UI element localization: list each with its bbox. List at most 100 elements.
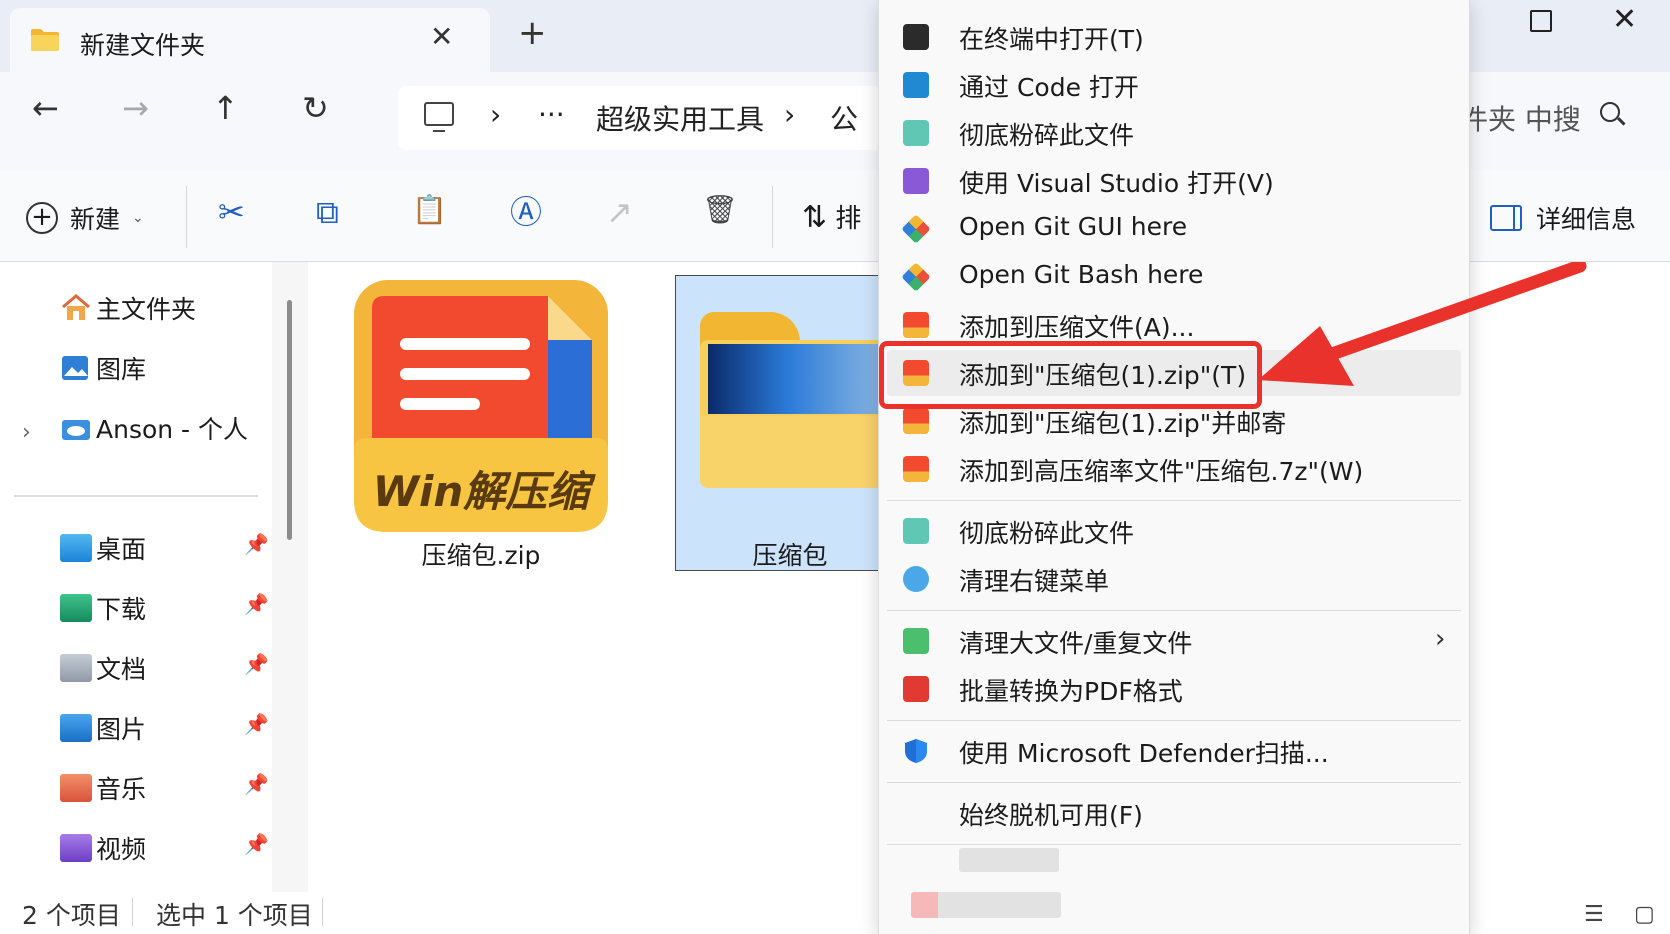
shredder-icon bbox=[903, 120, 929, 146]
window-close-icon[interactable]: ✕ bbox=[1612, 2, 1637, 37]
submenu-chevron-icon: › bbox=[1435, 624, 1446, 654]
menu-item-always-offline[interactable]: 始终脱机可用(F) bbox=[887, 790, 1461, 836]
item-count: 2 个项目 bbox=[22, 901, 121, 930]
details-pane-button[interactable]: 详细信息 bbox=[1490, 200, 1636, 236]
home-icon bbox=[62, 294, 90, 320]
up-icon[interactable]: ↑ bbox=[212, 92, 239, 124]
highlight-annotation-box bbox=[879, 341, 1262, 409]
downloads-folder-icon bbox=[60, 594, 92, 622]
menu-item-git-gui[interactable]: Open Git GUI here bbox=[887, 206, 1461, 252]
sidebar-item-label: 图库 bbox=[96, 355, 147, 384]
refresh-icon[interactable]: ↻ bbox=[302, 92, 329, 124]
status-divider bbox=[132, 898, 133, 926]
menu-separator bbox=[887, 500, 1461, 501]
toolbar-divider bbox=[186, 186, 187, 248]
details-view-icon[interactable]: ☰ bbox=[1584, 902, 1604, 927]
folder-icon bbox=[31, 29, 59, 51]
zip-icon-text: Win解压缩 bbox=[372, 467, 590, 516]
details-label: 详细信息 bbox=[1536, 205, 1637, 234]
tab-new-folder[interactable]: 新建文件夹 ✕ bbox=[10, 8, 490, 72]
red-arrow-annotation bbox=[1258, 262, 1587, 386]
scrollbar-thumb[interactable] bbox=[287, 300, 292, 540]
menu-item-visual-studio[interactable]: 使用 Visual Studio 打开(V) bbox=[887, 158, 1461, 204]
tab-close-icon[interactable]: ✕ bbox=[430, 20, 453, 53]
pin-icon[interactable]: 📌 bbox=[244, 532, 269, 556]
sort-icon: ⇅ bbox=[802, 200, 828, 235]
new-button[interactable]: + 新建 ⌄ bbox=[26, 200, 144, 236]
sort-button[interactable]: ⇅ 排 bbox=[802, 198, 861, 235]
menu-item-clean-large-files[interactable]: 清理大文件/重复文件 › bbox=[887, 618, 1461, 664]
sidebar-item-documents[interactable]: 文档 bbox=[60, 650, 146, 686]
sort-label: 排 bbox=[835, 204, 862, 234]
context-menu: 在终端中打开(T) 通过 Code 打开 彻底粉碎此文件 使用 Visual S… bbox=[878, 0, 1470, 934]
copy-icon[interactable]: ⧉ bbox=[316, 196, 339, 228]
pdf-icon bbox=[903, 676, 929, 702]
add-icon: + bbox=[26, 202, 58, 234]
menu-item-open-terminal[interactable]: 在终端中打开(T) bbox=[887, 14, 1461, 60]
rename-icon[interactable]: Ⓐ bbox=[510, 196, 542, 228]
pin-icon[interactable]: 📌 bbox=[244, 592, 269, 616]
visual-studio-icon bbox=[903, 168, 929, 194]
menu-item-shred-2[interactable]: 彻底粉碎此文件 bbox=[887, 508, 1461, 554]
breadcrumb-separator[interactable]: › bbox=[490, 98, 501, 131]
menu-item-defender-scan[interactable]: 使用 Microsoft Defender扫描... bbox=[887, 728, 1461, 774]
menu-separator bbox=[887, 782, 1461, 783]
sidebar-item-label: 文档 bbox=[96, 655, 147, 684]
share-icon[interactable]: ↗ bbox=[606, 196, 633, 228]
menu-item-shred[interactable]: 彻底粉碎此文件 bbox=[887, 110, 1461, 156]
menu-separator bbox=[887, 844, 1461, 845]
breadcrumb-item[interactable]: 公 bbox=[830, 98, 858, 138]
menu-item-open-code[interactable]: 通过 Code 打开 bbox=[887, 62, 1461, 108]
breadcrumb-overflow[interactable]: ··· bbox=[538, 98, 565, 131]
breadcrumb-item[interactable]: 超级实用工具 bbox=[596, 98, 764, 138]
back-icon[interactable]: ← bbox=[32, 92, 59, 124]
pin-icon[interactable]: 📌 bbox=[244, 772, 269, 796]
sidebar-item-label: 音乐 bbox=[96, 775, 147, 804]
navigation-pane: 主文件夹 图库 › Anson - 个人 桌面 📌 下载 📌 文档 📌 图片 📌 bbox=[0, 262, 272, 892]
blurred-menu-item bbox=[911, 892, 1061, 918]
sidebar-item-desktop[interactable]: 桌面 bbox=[60, 530, 146, 566]
archive-7z-icon bbox=[903, 456, 929, 482]
expand-chevron-icon[interactable]: › bbox=[22, 420, 31, 445]
forward-icon[interactable]: → bbox=[122, 92, 149, 124]
cut-icon[interactable]: ✂ bbox=[218, 196, 245, 228]
breadcrumb-separator[interactable]: › bbox=[784, 98, 795, 131]
tab-title: 新建文件夹 bbox=[80, 31, 206, 60]
paste-icon[interactable]: 📋 bbox=[412, 196, 447, 224]
menu-item-convert-pdf[interactable]: 批量转换为PDF格式 bbox=[887, 666, 1461, 712]
details-pane-icon bbox=[1490, 205, 1522, 231]
sidebar-item-onedrive[interactable]: Anson - 个人 bbox=[60, 410, 248, 446]
new-tab-button[interactable]: + bbox=[518, 16, 547, 50]
delete-icon[interactable]: 🗑 bbox=[702, 196, 738, 224]
file-name: 压缩包.zip bbox=[421, 541, 541, 570]
desktop-folder-icon bbox=[60, 534, 92, 562]
selection-count: 选中 1 个项目 bbox=[156, 901, 313, 930]
sidebar-item-home[interactable]: 主文件夹 bbox=[60, 290, 196, 326]
search-input[interactable]: 件夹 中搜 bbox=[1460, 98, 1581, 138]
chevron-down-icon: ⌄ bbox=[132, 210, 144, 226]
sidebar-item-gallery[interactable]: 图库 bbox=[60, 350, 146, 386]
status-divider bbox=[322, 898, 323, 926]
sidebar-item-downloads[interactable]: 下载 bbox=[60, 590, 146, 626]
maximize-icon[interactable] bbox=[1530, 10, 1552, 32]
search-icon[interactable] bbox=[1600, 102, 1620, 122]
shredder-icon bbox=[903, 518, 929, 544]
pictures-folder-icon bbox=[60, 714, 92, 742]
git-bash-icon bbox=[901, 262, 931, 292]
sidebar-item-videos[interactable]: 视频 bbox=[60, 830, 146, 866]
new-label: 新建 bbox=[70, 205, 121, 234]
menu-item-add-7z[interactable]: 添加到高压缩率文件"压缩包.7z"(W) bbox=[887, 446, 1461, 492]
pin-icon[interactable]: 📌 bbox=[244, 652, 269, 676]
tiles-view-icon[interactable]: ▢ bbox=[1634, 902, 1655, 927]
mouse-clean-icon bbox=[903, 566, 929, 592]
pin-icon[interactable]: 📌 bbox=[244, 712, 269, 736]
file-name: 压缩包 bbox=[752, 541, 828, 570]
menu-item-clean-context-menu[interactable]: 清理右键菜单 bbox=[887, 556, 1461, 602]
sidebar-item-music[interactable]: 音乐 bbox=[60, 770, 146, 806]
music-folder-icon bbox=[60, 774, 92, 802]
git-gui-icon bbox=[901, 214, 931, 244]
broom-icon bbox=[903, 628, 929, 654]
pin-icon[interactable]: 📌 bbox=[244, 832, 269, 856]
menu-separator bbox=[887, 720, 1461, 721]
sidebar-item-pictures[interactable]: 图片 bbox=[60, 710, 146, 746]
